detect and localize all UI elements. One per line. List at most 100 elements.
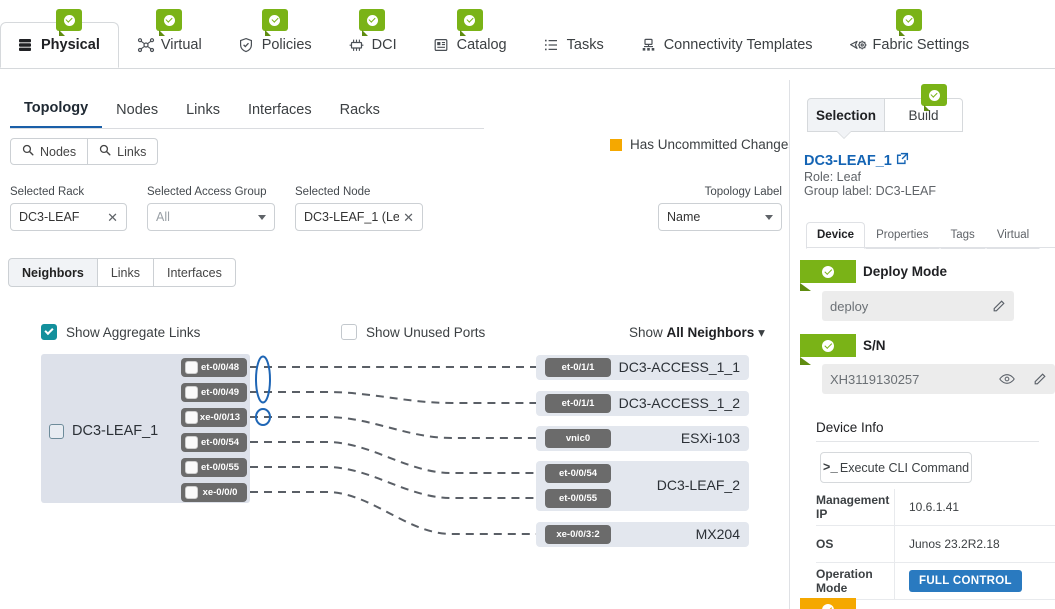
search-nodes-button[interactable]: Nodes <box>10 138 88 165</box>
deploy-mode-label: Deploy Mode <box>863 264 947 279</box>
topology-label-filter: Topology Label Name <box>658 186 782 231</box>
operation-mode-pill[interactable]: FULL CONTROL <box>909 570 1022 592</box>
show-aggregate-links-label: Show Aggregate Links <box>66 325 200 340</box>
source-port[interactable]: et-0/0/48 <box>181 358 247 377</box>
device-info-key: Operation Mode <box>816 567 894 595</box>
neighbor-port-label: et-0/1/1 <box>545 362 611 373</box>
checkbox-unchecked-icon[interactable] <box>341 324 357 340</box>
sub-tab-nodes[interactable]: Nodes <box>102 98 172 128</box>
source-port[interactable]: xe-0/0/0 <box>181 483 247 502</box>
eye-icon[interactable] <box>999 372 1015 386</box>
tab-status-badge <box>359 9 385 31</box>
edit-icon[interactable] <box>1033 372 1047 386</box>
selected-node-filter: Selected Node DC3-LEAF_1 (Leaf) ✕ <box>295 186 423 231</box>
neighbor-toggle-neighbors[interactable]: Neighbors <box>8 258 98 287</box>
device-info-table: Management IP10.6.1.41OSJunos 23.2R2.18O… <box>816 489 1055 600</box>
neighbor-port[interactable]: vnic0 <box>545 429 611 448</box>
selected-rack-input[interactable]: DC3-LEAF ✕ <box>10 203 127 231</box>
topology-link[interactable] <box>250 417 543 438</box>
source-port-label: et-0/0/48 <box>198 362 247 373</box>
topology-link[interactable] <box>250 467 543 498</box>
shield-check-icon <box>238 37 255 54</box>
source-port[interactable]: xe-0/0/13 <box>181 408 247 427</box>
show-neighbors-prefix: Show <box>629 325 667 340</box>
port-checkbox-icon[interactable] <box>185 386 198 399</box>
device-tab-device[interactable]: Device <box>806 222 865 249</box>
source-port-label: xe-0/0/0 <box>198 487 247 498</box>
show-aggregate-links-checkbox[interactable]: Show Aggregate Links <box>41 324 200 340</box>
neighbor-port[interactable]: et-0/1/1 <box>545 394 611 413</box>
chevron-down-icon[interactable] <box>765 215 773 220</box>
source-port[interactable]: et-0/0/55 <box>181 458 247 477</box>
show-neighbors-dropdown[interactable]: Show All Neighbors ▾ <box>629 325 765 341</box>
hostname-status-flag <box>800 598 856 609</box>
sub-tab-racks[interactable]: Racks <box>326 98 394 128</box>
sub-tab-interfaces[interactable]: Interfaces <box>234 98 326 128</box>
neighbor-view-toggle-group: NeighborsLinksInterfaces <box>8 258 236 287</box>
device-tab-properties[interactable]: Properties <box>865 222 939 249</box>
build-status-badge <box>921 84 947 106</box>
show-unused-ports-checkbox[interactable]: Show Unused Ports <box>341 324 485 340</box>
source-port-label: xe-0/0/13 <box>198 412 247 423</box>
topology-link[interactable] <box>250 392 543 403</box>
clear-icon[interactable]: ✕ <box>399 211 414 224</box>
selected-node-label: Selected Node <box>295 186 423 198</box>
main-tab-connectivity-templates[interactable]: Connectivity Templates <box>622 22 831 68</box>
tab-status-badge <box>56 9 82 31</box>
task-list-icon <box>543 37 560 54</box>
edit-icon[interactable] <box>992 299 1006 313</box>
chevron-down-icon[interactable] <box>258 215 266 220</box>
selected-access-group-filter: Selected Access Group All <box>147 186 275 231</box>
show-neighbors-value: All Neighbors <box>667 325 755 340</box>
main-tab-label: Virtual <box>161 37 202 53</box>
source-port-label: et-0/0/55 <box>198 462 247 473</box>
topology-label-select[interactable]: Name <box>658 203 782 231</box>
device-role: Role: Leaf <box>804 170 861 184</box>
main-tab-label: Catalog <box>457 37 507 53</box>
port-checkbox-icon[interactable] <box>185 361 198 374</box>
clear-icon[interactable]: ✕ <box>103 211 118 224</box>
main-tab-label: DCI <box>372 37 397 53</box>
serial-number-label: S/N <box>863 338 886 353</box>
neighbor-port[interactable]: et-0/0/55 <box>545 489 611 508</box>
device-info-value[interactable]: FULL CONTROL <box>894 563 1055 599</box>
external-link-icon[interactable] <box>896 152 909 169</box>
device-name: DC3-LEAF_1 <box>804 153 892 169</box>
show-unused-ports-label: Show Unused Ports <box>366 325 485 340</box>
device-tab-virtual[interactable]: Virtual <box>986 222 1040 249</box>
chevron-down-icon[interactable]: ▾ <box>758 325 765 340</box>
device-info-key: OS <box>816 537 894 551</box>
sub-tab-topology[interactable]: Topology <box>10 96 102 128</box>
neighbor-toggle-interfaces[interactable]: Interfaces <box>154 258 236 287</box>
serial-number-value: XH3119130257 <box>830 372 999 387</box>
source-node-name: DC3-LEAF_1 <box>72 423 158 439</box>
neighbor-port[interactable]: xe-0/0/3:2 <box>545 525 611 544</box>
search-links-button[interactable]: Links <box>88 138 158 165</box>
neighbor-node-name: ESXi-103 <box>681 430 740 446</box>
neighbor-toggle-links[interactable]: Links <box>98 258 154 287</box>
deploy-mode-status-flag <box>800 260 856 283</box>
port-checkbox-icon[interactable] <box>185 411 198 424</box>
port-checkbox-icon[interactable] <box>185 486 198 499</box>
topology-link[interactable] <box>250 442 543 473</box>
node-checkbox-icon[interactable] <box>49 424 64 439</box>
search-button-group: Nodes Links <box>10 138 158 165</box>
selected-rack-label: Selected Rack <box>10 186 127 198</box>
neighbor-port[interactable]: et-0/1/1 <box>545 358 611 377</box>
selected-access-group-label: Selected Access Group <box>147 186 275 198</box>
source-port[interactable]: et-0/0/54 <box>181 433 247 452</box>
neighbor-port[interactable]: et-0/0/54 <box>545 464 611 483</box>
selected-access-group-select[interactable]: All <box>147 203 275 231</box>
tab-selection[interactable]: Selection <box>807 98 885 132</box>
sub-tab-links[interactable]: Links <box>172 98 234 128</box>
main-tab-tasks[interactable]: Tasks <box>525 22 622 68</box>
device-title-link[interactable]: DC3-LEAF_1 <box>804 152 909 169</box>
device-tab-tags[interactable]: Tags <box>940 222 986 249</box>
source-port[interactable]: et-0/0/49 <box>181 383 247 402</box>
serial-number-status-flag <box>800 334 856 357</box>
selected-node-input[interactable]: DC3-LEAF_1 (Leaf) ✕ <box>295 203 423 231</box>
port-checkbox-icon[interactable] <box>185 436 198 449</box>
checkbox-checked-icon[interactable] <box>41 324 57 340</box>
execute-cli-command-button[interactable]: >_ Execute CLI Command <box>820 452 972 483</box>
port-checkbox-icon[interactable] <box>185 461 198 474</box>
